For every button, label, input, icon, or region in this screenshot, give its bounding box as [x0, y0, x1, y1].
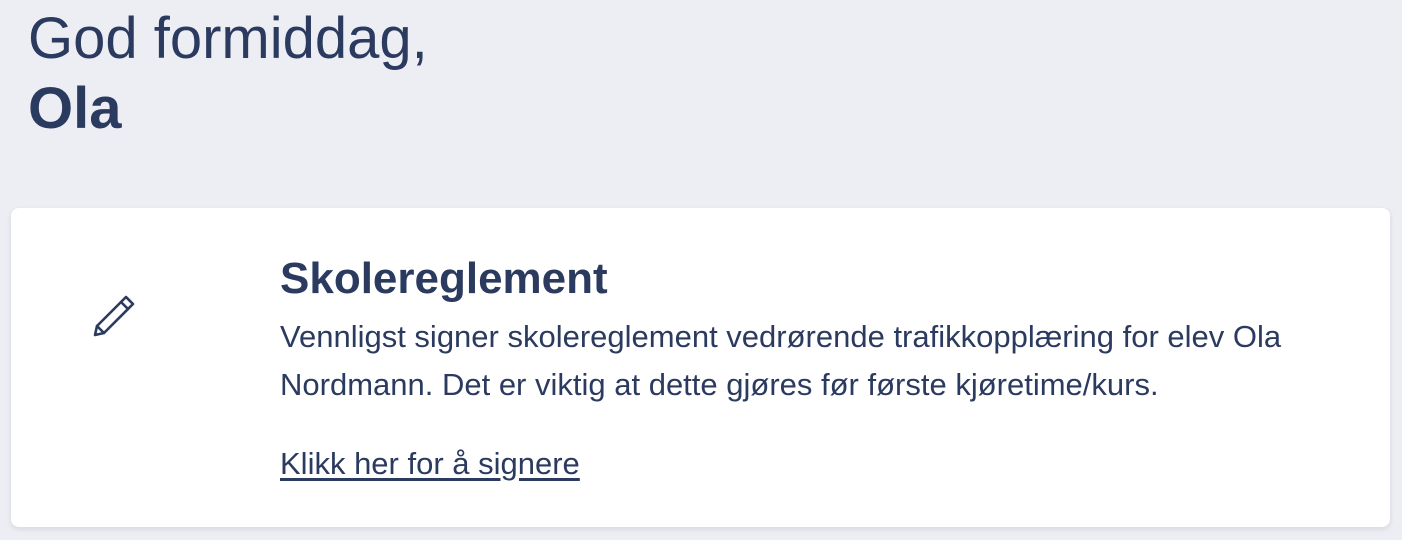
greeting-salutation: God formiddag, [28, 6, 428, 71]
greeting-user-name: Ola [28, 76, 122, 141]
page: God formiddag, Ola Skolereglement Vennli… [0, 0, 1402, 540]
card-title: Skolereglement [280, 254, 608, 303]
card-description: Vennligst signer skolereglement vedrøren… [280, 319, 1282, 402]
sign-link[interactable]: Klikk her for å signere [280, 442, 580, 486]
pencil-icon [92, 294, 136, 338]
greeting: God formiddag, Ola [28, 4, 428, 144]
